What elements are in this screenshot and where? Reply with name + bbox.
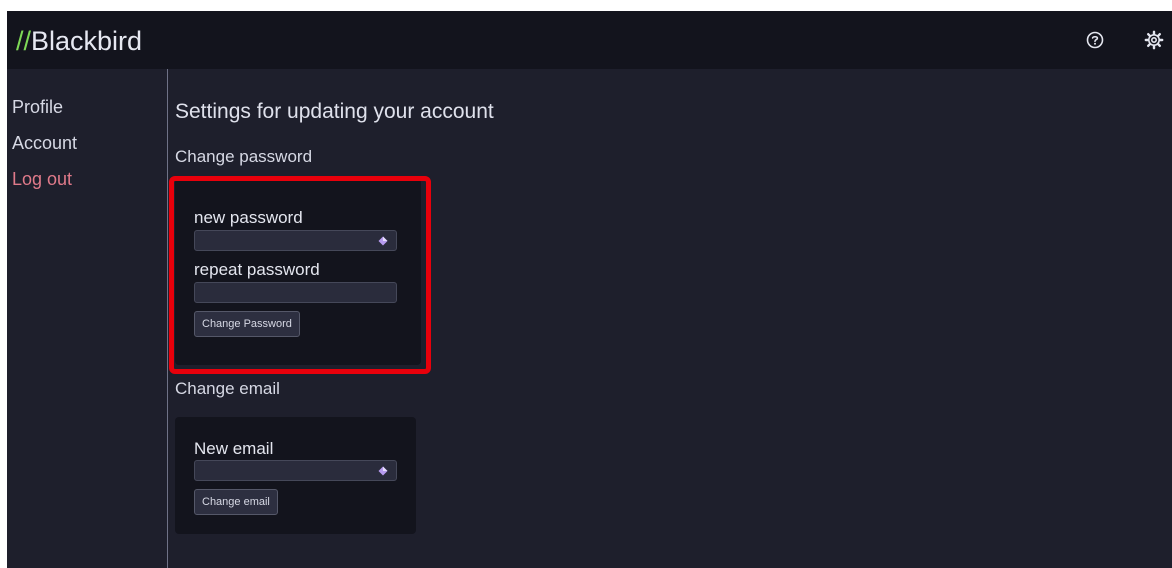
brand-name: Blackbird — [31, 26, 143, 56]
repeat-password-label: repeat password — [194, 260, 320, 279]
sidebar-item-logout[interactable]: Log out — [12, 168, 72, 190]
new-password-input[interactable] — [194, 230, 397, 251]
new-password-label: new password — [194, 208, 303, 227]
page-title: Settings for updating your account — [175, 100, 494, 123]
change-password-button[interactable]: Change Password — [194, 311, 300, 337]
gear-icon[interactable] — [1141, 27, 1167, 53]
new-email-label: New email — [194, 439, 274, 458]
brand-prefix: // — [16, 26, 32, 56]
change-password-card: new password repeat password Change Pass… — [175, 179, 421, 365]
help-circle-icon[interactable] — [1082, 27, 1108, 53]
repeat-password-input[interactable] — [194, 282, 397, 303]
sidebar-item-account[interactable]: Account — [12, 132, 77, 154]
brand-logo[interactable]: //Blackbird — [16, 25, 142, 57]
app-window: //Blackbird Profile Account Log out Sett… — [7, 11, 1172, 568]
change-email-card: New email Change email — [175, 417, 416, 534]
new-email-input[interactable] — [194, 460, 397, 481]
change-password-heading: Change password — [175, 147, 313, 166]
change-email-heading: Change email — [175, 379, 280, 398]
password-manager-icon[interactable] — [378, 236, 388, 246]
change-email-button[interactable]: Change email — [194, 489, 278, 515]
sidebar-item-profile[interactable]: Profile — [12, 96, 63, 118]
top-bar: //Blackbird — [7, 11, 1172, 69]
sidebar: Profile Account Log out — [7, 69, 168, 568]
password-manager-icon[interactable] — [378, 466, 388, 476]
